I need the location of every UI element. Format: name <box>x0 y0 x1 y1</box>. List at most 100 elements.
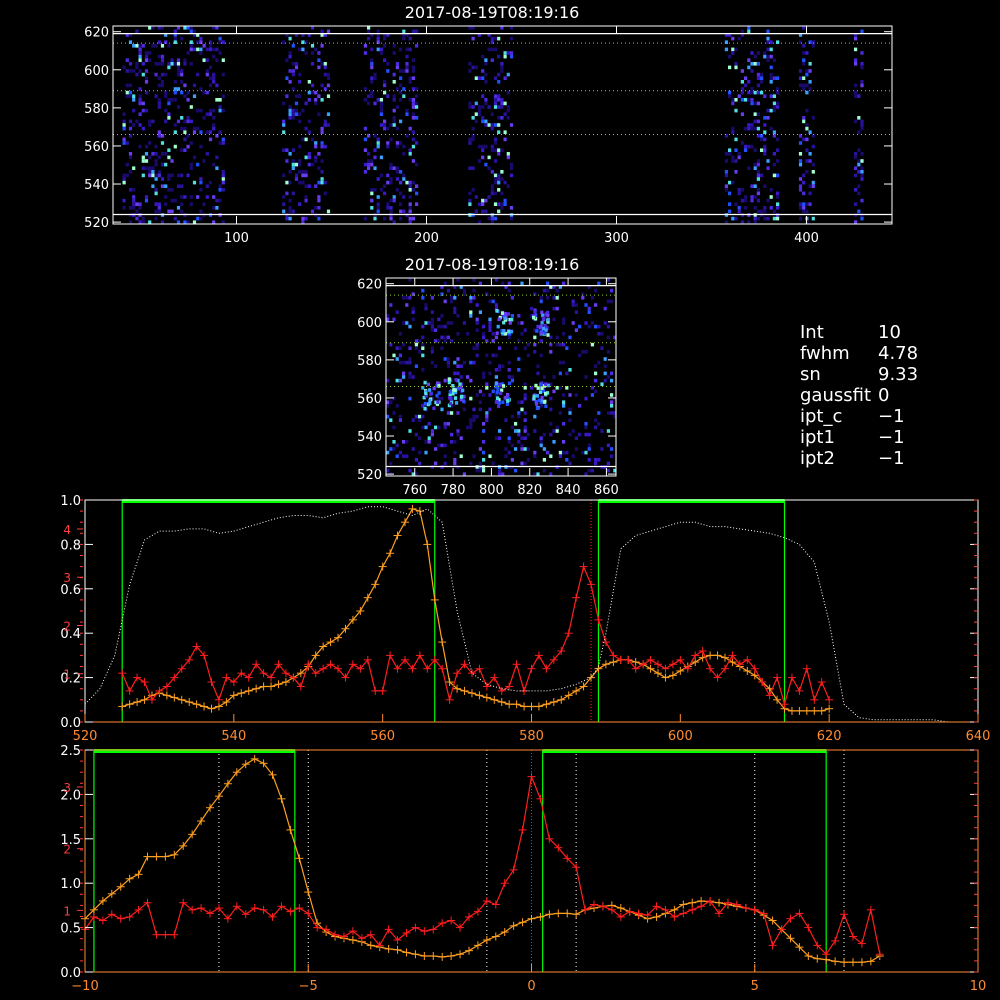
heatmap-cell <box>430 346 434 350</box>
red-profile-point <box>527 772 536 781</box>
heatmap-cell <box>546 450 550 455</box>
heatmap-cell <box>497 177 501 181</box>
heatmap-cell <box>449 401 453 406</box>
heatmap-cell <box>543 399 547 404</box>
heatmap-cell <box>802 209 806 214</box>
red-profile-point <box>420 927 429 936</box>
orange-profile-point <box>787 706 796 715</box>
heatmap-cell <box>392 447 396 451</box>
heatmap-cell <box>802 119 806 124</box>
heatmap-cell <box>507 381 512 386</box>
heatmap-cell <box>763 54 767 59</box>
heatmap-cell <box>285 76 289 80</box>
heatmap-cell <box>196 72 200 77</box>
heatmap-cell <box>291 148 295 152</box>
heatmap-cell <box>282 209 286 214</box>
heatmap-cell <box>408 152 412 156</box>
heatmap-cell <box>189 195 193 199</box>
heatmap-cell <box>392 72 396 77</box>
heatmap-cell <box>490 220 494 224</box>
heatmap-cell <box>215 155 219 160</box>
heatmap-cell <box>728 94 732 98</box>
heatmap-cell <box>291 166 295 170</box>
heatmap-cell <box>763 209 767 214</box>
heatmap-cell <box>750 69 754 73</box>
heatmap-cell <box>455 401 459 405</box>
heatmap-cell <box>808 191 812 196</box>
red-profile-point <box>668 660 677 669</box>
heatmap-cell <box>411 101 415 106</box>
heatmap-cell <box>307 119 311 124</box>
heatmap-cell <box>298 80 302 84</box>
heatmap-cell <box>766 216 770 221</box>
heatmap-cell <box>443 461 447 466</box>
heatmap-cell <box>405 440 409 444</box>
heatmap-cell <box>428 398 432 403</box>
heatmap-cell <box>282 195 286 199</box>
heatmap-cell <box>205 112 209 116</box>
heatmap-cell <box>549 472 553 476</box>
orange-profile-point <box>497 698 506 707</box>
heatmap-cell <box>418 414 422 419</box>
red-profile-point <box>438 919 447 928</box>
red-profile-point <box>170 930 179 939</box>
heatmap-cell <box>471 26 475 30</box>
red-profile-point <box>750 905 759 914</box>
heatmap-cell <box>546 333 550 337</box>
wavelength-profile-content <box>84 499 978 723</box>
heatmap-cell <box>218 51 222 55</box>
heatmap-cell <box>728 148 732 152</box>
heatmap-cell <box>542 326 546 331</box>
heatmap-cell <box>753 148 757 152</box>
orange-profile-point <box>545 910 554 919</box>
heatmap-cell <box>310 83 315 88</box>
heatmap-cell <box>488 407 492 412</box>
heatmap-cell <box>490 188 494 192</box>
heatmap-cell <box>506 105 510 109</box>
heatmap-cell <box>424 306 428 311</box>
heatmap-cell <box>597 422 601 426</box>
heatmap-cell <box>549 422 553 426</box>
heatmap-cell <box>392 123 396 127</box>
heatmap-cell <box>424 440 428 444</box>
heatmap-cell <box>367 29 371 34</box>
heatmap-cell <box>405 296 409 300</box>
heatmap-cell <box>408 209 412 214</box>
heatmap-cell <box>398 378 402 383</box>
heatmap-cell <box>481 144 485 149</box>
heatmap-cell <box>405 454 409 458</box>
heatmap-cell <box>503 312 508 316</box>
heatmap-cell <box>509 166 514 170</box>
heatmap-cell <box>487 216 491 221</box>
heatmap-cell <box>724 220 728 224</box>
heatmap-cell <box>734 137 738 142</box>
x-tick-label: 780 <box>441 483 466 498</box>
heatmap-cell <box>453 388 457 392</box>
heatmap-cell <box>584 432 588 437</box>
heatmap-cell <box>802 83 806 88</box>
red-profile-point <box>804 923 813 932</box>
heatmap-cell <box>199 216 203 221</box>
orange-profile-point <box>438 638 447 647</box>
heatmap-cell <box>399 90 403 95</box>
heatmap-cell <box>167 62 171 66</box>
heatmap-cell <box>854 58 858 62</box>
heatmap-cell <box>430 310 434 314</box>
heatmap-cell <box>488 360 492 365</box>
heatmap-cell <box>805 148 809 152</box>
red-profile-point <box>581 905 590 914</box>
heatmap-cell <box>805 126 809 131</box>
heatmap-cell <box>494 436 498 440</box>
heatmap-cell <box>594 378 598 383</box>
heatmap-cell <box>208 137 213 142</box>
orange-profile-point <box>420 952 429 961</box>
orange-profile-point <box>161 852 170 861</box>
orange-profile-point <box>720 653 729 662</box>
heatmap-cell <box>421 353 425 358</box>
heatmap-cell <box>760 209 764 214</box>
heatmap-cell <box>144 69 149 73</box>
heatmap-cell <box>323 123 327 127</box>
red-profile-point <box>795 909 804 918</box>
heatmap-cell <box>304 126 308 131</box>
heatmap-cell <box>860 62 864 66</box>
